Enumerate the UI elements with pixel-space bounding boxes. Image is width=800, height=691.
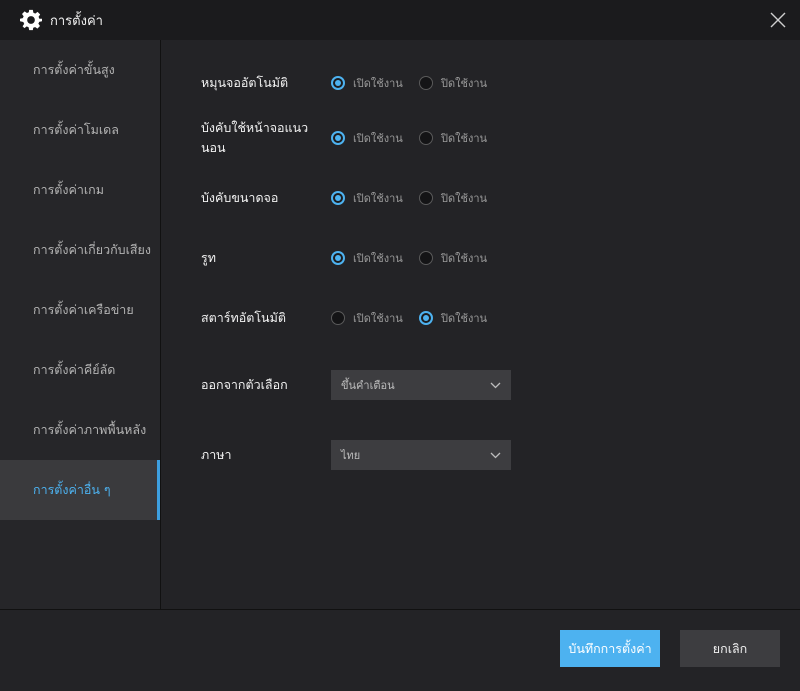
setting-label: บังคับขนาดจอ: [201, 190, 279, 205]
sidebar-item-label: การตั้งค่าโมเดล: [33, 122, 119, 137]
language-select[interactable]: ไทย: [331, 440, 511, 470]
radio-unchecked-icon: [419, 251, 433, 265]
sidebar-item-label: การตั้งค่าคีย์ลัด: [33, 362, 116, 377]
sidebar-item-label: การตั้งค่าเกี่ยวกับเสียง: [33, 242, 151, 257]
setting-row-root: รูท เปิดใช้งาน ปิดใช้งาน: [201, 243, 781, 273]
setting-row-language: ภาษา ไทย: [201, 440, 781, 470]
sidebar-item-label: การตั้งค่าอื่น ๆ: [33, 482, 111, 497]
settings-panel: หมุนจออัตโนมัติ เปิดใช้งาน ปิดใช้งาน บัง…: [161, 40, 800, 610]
radio-label: ปิดใช้งาน: [441, 192, 488, 205]
exit-option-select[interactable]: ขึ้นคำเตือน: [331, 370, 511, 400]
sidebar-item-shortcuts[interactable]: การตั้งค่าคีย์ลัด: [0, 340, 160, 400]
select-value: ขึ้นคำเตือน: [341, 379, 395, 392]
sidebar-item-advanced[interactable]: การตั้งค่าขั้นสูง: [0, 40, 160, 100]
radio-checked-icon: [331, 76, 345, 90]
enable-radio[interactable]: เปิดใช้งาน: [331, 74, 419, 92]
sidebar-item-other[interactable]: การตั้งค่าอื่น ๆ: [0, 460, 160, 520]
disable-radio[interactable]: ปิดใช้งาน: [419, 129, 507, 147]
sidebar-item-label: การตั้งค่าเกม: [33, 182, 104, 197]
radio-label: ปิดใช้งาน: [441, 132, 488, 145]
window-title: การตั้งค่า: [50, 13, 103, 29]
disable-radio[interactable]: ปิดใช้งาน: [419, 249, 507, 267]
setting-label: หมุนจออัตโนมัติ: [201, 75, 289, 90]
sidebar-item-wallpaper[interactable]: การตั้งค่าภาพพื้นหลัง: [0, 400, 160, 460]
setting-label: สตาร์ทอัตโนมัติ: [201, 310, 286, 325]
gear-icon: [19, 8, 43, 32]
radio-label: เปิดใช้งาน: [353, 312, 403, 325]
radio-label: เปิดใช้งาน: [353, 252, 403, 265]
radio-label: เปิดใช้งาน: [353, 132, 403, 145]
enable-radio[interactable]: เปิดใช้งาน: [331, 189, 419, 207]
radio-unchecked-icon: [331, 311, 345, 325]
sidebar-item-audio[interactable]: การตั้งค่าเกี่ยวกับเสียง: [0, 220, 160, 280]
close-button[interactable]: [766, 8, 790, 32]
radio-unchecked-icon: [419, 191, 433, 205]
title-bar: การตั้งค่า: [0, 0, 800, 40]
sidebar-item-label: การตั้งค่าภาพพื้นหลัง: [33, 422, 147, 437]
radio-label: ปิดใช้งาน: [441, 312, 488, 325]
radio-unchecked-icon: [419, 131, 433, 145]
radio-label: เปิดใช้งาน: [353, 77, 403, 90]
close-icon: [770, 12, 786, 28]
cancel-button[interactable]: ยกเลิก: [680, 630, 780, 667]
setting-row-auto-rotate: หมุนจออัตโนมัติ เปิดใช้งาน ปิดใช้งาน: [201, 68, 781, 98]
disable-radio[interactable]: ปิดใช้งาน: [419, 74, 507, 92]
radio-checked-icon: [331, 191, 345, 205]
disable-radio[interactable]: ปิดใช้งาน: [419, 309, 507, 327]
setting-label: ออกจากตัวเลือก: [201, 377, 288, 392]
chevron-down-icon: [490, 452, 501, 458]
save-settings-button[interactable]: บันทึกการตั้งค่า: [560, 630, 660, 667]
enable-radio[interactable]: เปิดใช้งาน: [331, 249, 419, 267]
radio-label: ปิดใช้งาน: [441, 252, 488, 265]
disable-radio[interactable]: ปิดใช้งาน: [419, 189, 507, 207]
setting-label: ภาษา: [201, 447, 232, 462]
radio-label: เปิดใช้งาน: [353, 192, 403, 205]
radio-unchecked-icon: [419, 76, 433, 90]
setting-row-exit-option: ออกจากตัวเลือก ขึ้นคำเตือน: [201, 370, 781, 400]
chevron-down-icon: [490, 382, 501, 388]
sidebar: การตั้งค่าขั้นสูง การตั้งค่าโมเดล การตั้…: [0, 40, 161, 610]
setting-row-auto-start: สตาร์ทอัตโนมัติ เปิดใช้งาน ปิดใช้งาน: [201, 303, 781, 333]
sidebar-item-label: การตั้งค่าขั้นสูง: [33, 62, 115, 77]
radio-checked-icon: [419, 311, 433, 325]
sidebar-item-model[interactable]: การตั้งค่าโมเดล: [0, 100, 160, 160]
footer: บันทึกการตั้งค่า ยกเลิก: [0, 609, 800, 691]
radio-label: ปิดใช้งาน: [441, 77, 488, 90]
setting-row-force-screen-size: บังคับขนาดจอ เปิดใช้งาน ปิดใช้งาน: [201, 183, 781, 213]
enable-radio[interactable]: เปิดใช้งาน: [331, 309, 419, 327]
radio-checked-icon: [331, 131, 345, 145]
setting-row-force-landscape: บังคับใช้หน้าจอแนวนอน เปิดใช้งาน ปิดใช้ง…: [201, 120, 781, 155]
setting-label: รูท: [201, 250, 216, 265]
select-value: ไทย: [341, 449, 361, 462]
sidebar-item-label: การตั้งค่าเครือข่าย: [33, 302, 134, 317]
radio-checked-icon: [331, 251, 345, 265]
setting-label: บังคับใช้หน้าจอแนวนอน: [201, 120, 309, 155]
enable-radio[interactable]: เปิดใช้งาน: [331, 129, 419, 147]
sidebar-item-network[interactable]: การตั้งค่าเครือข่าย: [0, 280, 160, 340]
sidebar-item-game[interactable]: การตั้งค่าเกม: [0, 160, 160, 220]
